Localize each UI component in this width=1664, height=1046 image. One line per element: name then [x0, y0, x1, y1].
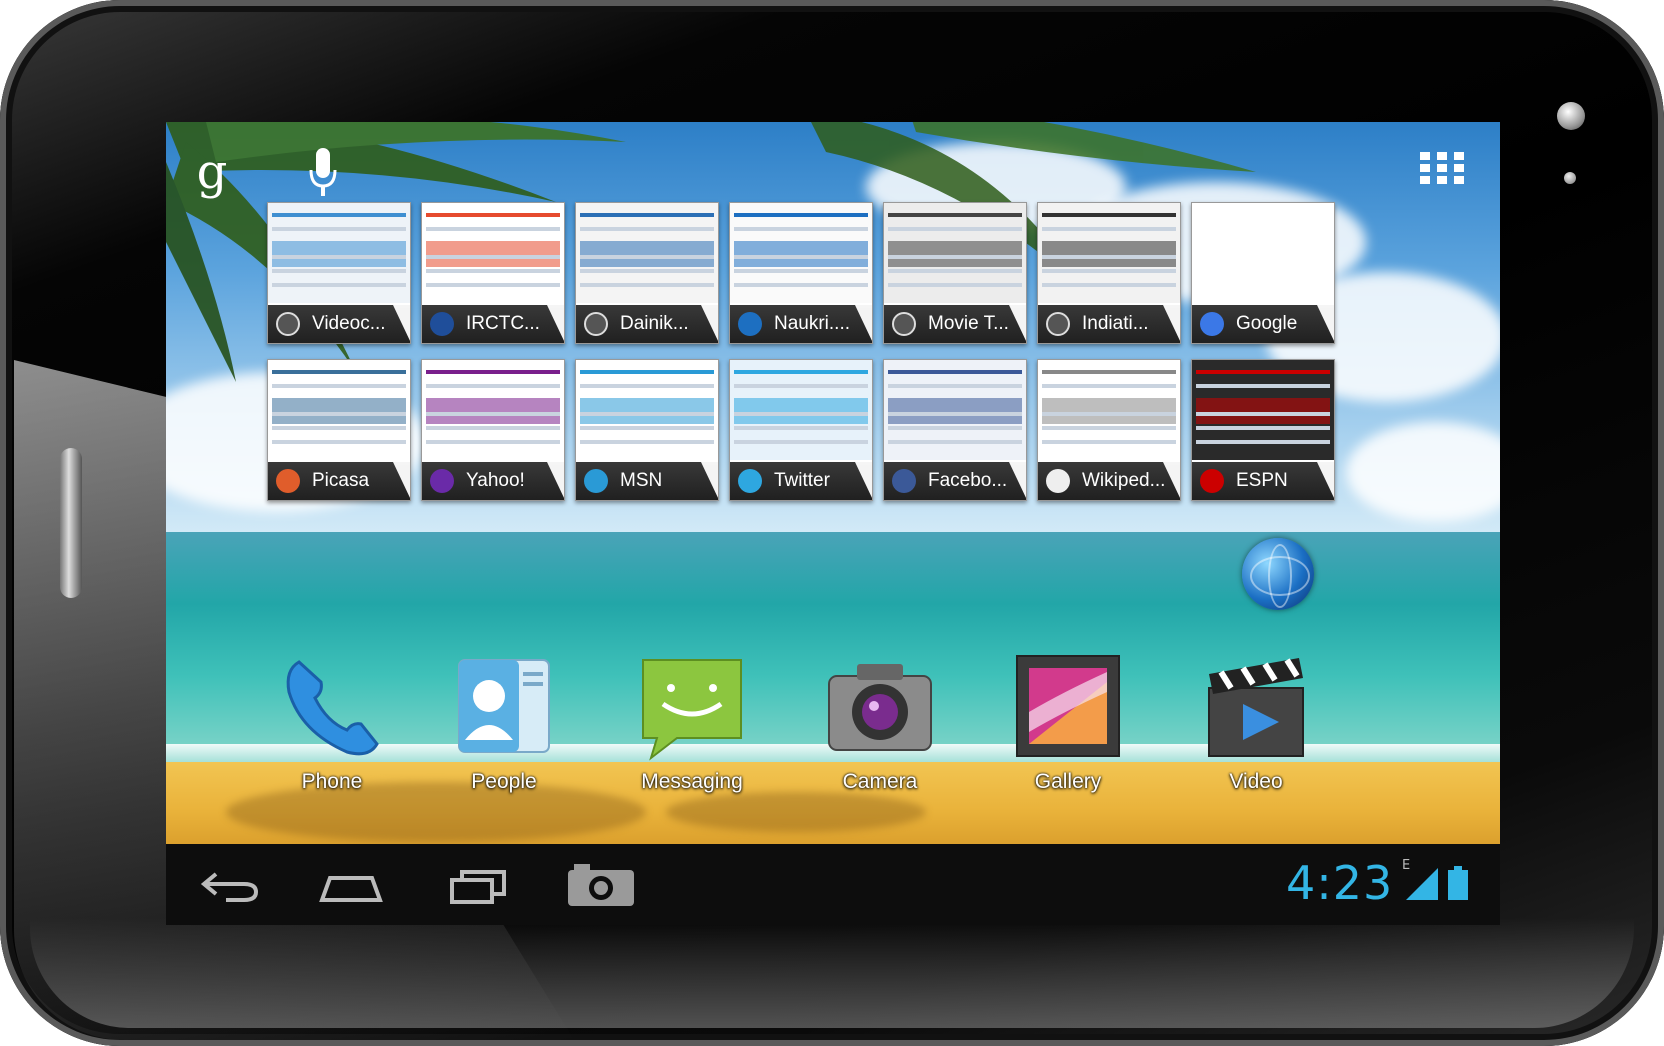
- dock-camera[interactable]: Camera: [800, 642, 960, 842]
- dock: Phone People Messaging Camera Gallery Vi…: [166, 642, 1500, 842]
- bookmark-tile[interactable]: Google: [1191, 202, 1335, 344]
- twitter-icon: [738, 469, 762, 493]
- globe-icon: [584, 312, 608, 336]
- screenshot-camera-icon[interactable]: [566, 860, 636, 910]
- dock-label: Video: [1229, 770, 1283, 793]
- contacts-icon: [458, 659, 550, 753]
- bookmark-thumbnail: [730, 203, 872, 303]
- bookmark-thumbnail: [1192, 203, 1334, 303]
- bookmark-label: Movie T...: [928, 313, 1009, 334]
- irctc-icon: [430, 312, 454, 336]
- bookmark-thumbnail: [1038, 203, 1180, 303]
- bookmark-label: Wikiped...: [1082, 470, 1166, 491]
- bookmark-tile[interactable]: Yahoo!: [421, 359, 565, 501]
- status-clock: 4:23: [1286, 856, 1394, 910]
- bookmark-thumbnail: [1192, 360, 1334, 460]
- bookmark-tile[interactable]: Facebo...: [883, 359, 1027, 501]
- bookmark-label: Facebo...: [928, 470, 1008, 491]
- bookmark-label: Google: [1236, 313, 1298, 334]
- video-icon: [1208, 658, 1304, 757]
- bookmark-label: Picasa: [312, 470, 370, 491]
- bookmark-label: ESPN: [1236, 470, 1288, 491]
- bookmark-tile[interactable]: Picasa: [267, 359, 411, 501]
- bookmark-thumbnail: [576, 203, 718, 303]
- back-icon[interactable]: [196, 860, 266, 910]
- espn-icon: [1200, 469, 1224, 493]
- dock-phone[interactable]: Phone: [252, 642, 412, 842]
- dock-people[interactable]: People: [424, 642, 584, 842]
- recent-apps-icon[interactable]: [446, 860, 516, 910]
- bookmark-label: Twitter: [774, 470, 830, 491]
- bookmark-tile[interactable]: Twitter: [729, 359, 873, 501]
- bookmark-thumbnail: [268, 360, 410, 460]
- home-icon[interactable]: [316, 860, 386, 910]
- dock-gallery[interactable]: Gallery: [988, 642, 1148, 842]
- bookmark-thumbnail: [884, 360, 1026, 460]
- browser-globe-icon[interactable]: [1242, 538, 1314, 610]
- bookmark-thumbnail: [576, 360, 718, 460]
- dock-label: Gallery: [1034, 770, 1102, 793]
- light-sensor: [1564, 172, 1576, 184]
- bookmark-label: IRCTC...: [466, 313, 540, 334]
- navigation-bar: 4:23 E: [166, 844, 1500, 925]
- bookmark-label: Dainik...: [620, 313, 689, 334]
- dock-label: Messaging: [641, 770, 743, 793]
- bookmark-label: MSN: [620, 470, 663, 491]
- bookmark-tile[interactable]: Wikiped...: [1037, 359, 1181, 501]
- dock-video[interactable]: Video: [1176, 642, 1336, 842]
- bezel-bottom-highlight: [30, 918, 1634, 1028]
- bookmark-thumbnail: [884, 203, 1026, 303]
- signal-strength-icon: [1406, 868, 1438, 900]
- yahoo-icon: [430, 469, 454, 493]
- bookmark-tile[interactable]: Naukri....: [729, 202, 873, 344]
- all-apps-grid-icon[interactable]: [1420, 152, 1464, 184]
- msn-icon: [584, 469, 608, 493]
- front-camera-icon: [1557, 102, 1585, 130]
- dock-messaging[interactable]: Messaging: [612, 642, 772, 842]
- dock-label: Phone: [301, 770, 363, 793]
- bookmark-tile[interactable]: Indiati...: [1037, 202, 1181, 344]
- globe-icon: [276, 312, 300, 336]
- globe-icon: [892, 312, 916, 336]
- bookmark-thumbnail: [422, 360, 564, 460]
- tablet-screen: g Videoc... IRCTC... Dainik... Naukri.... Mo…: [166, 122, 1500, 925]
- camera-icon: [828, 664, 932, 751]
- google-icon: [1200, 312, 1224, 336]
- dock-label: Camera: [842, 770, 918, 793]
- bookmark-tile[interactable]: Movie T...: [883, 202, 1027, 344]
- messaging-icon: [642, 659, 742, 761]
- bookmark-tile[interactable]: Dainik...: [575, 202, 719, 344]
- bookmark-label: Indiati...: [1082, 313, 1149, 334]
- globe-icon: [1046, 312, 1070, 336]
- google-search-icon[interactable]: g: [192, 144, 232, 200]
- bookmark-label: Yahoo!: [466, 470, 525, 491]
- bookmark-thumbnail: [730, 360, 872, 460]
- dock-label: People: [471, 770, 537, 793]
- bookmark-label: Naukri....: [774, 313, 851, 334]
- battery-icon: [1448, 866, 1468, 900]
- bookmark-thumbnail: [1038, 360, 1180, 460]
- microphone-icon[interactable]: [308, 146, 338, 200]
- bookmark-tile[interactable]: ESPN: [1191, 359, 1335, 501]
- phone-icon: [286, 660, 379, 756]
- naukri-icon: [738, 312, 762, 336]
- gallery-icon: [1016, 655, 1120, 757]
- picasa-icon: [276, 469, 300, 493]
- bookmark-tile[interactable]: Videoc...: [267, 202, 411, 344]
- facebook-icon: [892, 469, 916, 493]
- volume-button[interactable]: [60, 448, 82, 598]
- bookmark-label: Videoc...: [312, 313, 386, 334]
- bookmark-thumbnail: [422, 203, 564, 303]
- bookmark-tile[interactable]: IRCTC...: [421, 202, 565, 344]
- wikipedia-icon: [1046, 469, 1070, 493]
- bookmark-thumbnail: [268, 203, 410, 303]
- bookmark-tile[interactable]: MSN: [575, 359, 719, 501]
